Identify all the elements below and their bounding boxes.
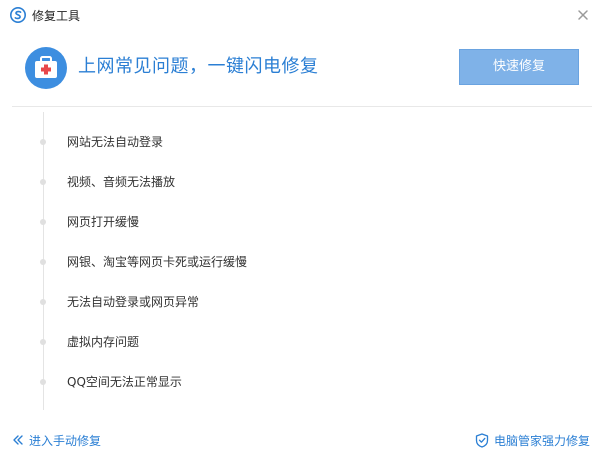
issue-item: 网页打开缓慢	[0, 202, 604, 242]
guard-fix-link[interactable]: 电脑管家强力修复	[475, 432, 590, 450]
issue-list: 网站无法自动登录 视频、音频无法播放 网页打开缓慢 网银、淘宝等网页卡死或运行缓…	[0, 122, 604, 402]
shield-icon	[475, 433, 489, 448]
manual-fix-label: 进入手动修复	[29, 434, 102, 448]
repair-tool-window: 修复工具 上网常见问题，一键闪电修复 快速修复 网站无法自动登录 视频、音频无法…	[0, 0, 604, 460]
header-title: 上网常见问题，一键闪电修复	[78, 56, 319, 77]
header-divider	[12, 106, 592, 107]
manual-fix-link[interactable]: 进入手动修复	[12, 432, 101, 450]
issue-item: 网银、淘宝等网页卡死或运行缓慢	[0, 242, 604, 282]
bullet-dot-icon	[40, 179, 46, 185]
browser-logo-icon	[10, 7, 26, 23]
issue-item: QQ空间无法正常显示	[0, 362, 604, 402]
issue-label: 网银、淘宝等网页卡死或运行缓慢	[67, 255, 248, 269]
issue-item: 视频、音频无法播放	[0, 162, 604, 202]
issue-item: 无法自动登录或网页异常	[0, 282, 604, 322]
double-chevron-left-icon	[13, 435, 23, 445]
issue-item: 虚拟内存问题	[0, 322, 604, 362]
issue-label: QQ空间无法正常显示	[67, 375, 182, 389]
issue-label: 网页打开缓慢	[67, 215, 140, 229]
issue-label: 视频、音频无法播放	[67, 175, 176, 189]
bullet-dot-icon	[40, 139, 46, 145]
bullet-dot-icon	[40, 339, 46, 345]
issue-label: 无法自动登录或网页异常	[67, 295, 200, 309]
bullet-dot-icon	[40, 379, 46, 385]
quick-fix-button[interactable]: 快速修复	[459, 49, 579, 85]
bullet-dot-icon	[40, 219, 46, 225]
bullet-dot-icon	[40, 259, 46, 265]
bullet-dot-icon	[40, 299, 46, 305]
guard-fix-label: 电脑管家强力修复	[493, 434, 590, 448]
close-icon[interactable]	[576, 8, 590, 22]
issue-label: 虚拟内存问题	[67, 335, 140, 349]
issue-item: 网站无法自动登录	[0, 122, 604, 162]
window-title: 修复工具	[32, 9, 81, 23]
issue-label: 网站无法自动登录	[67, 135, 164, 149]
title-bar: 修复工具	[0, 0, 604, 32]
header: 上网常见问题，一键闪电修复 快速修复	[0, 40, 604, 106]
first-aid-kit-icon	[25, 47, 67, 89]
